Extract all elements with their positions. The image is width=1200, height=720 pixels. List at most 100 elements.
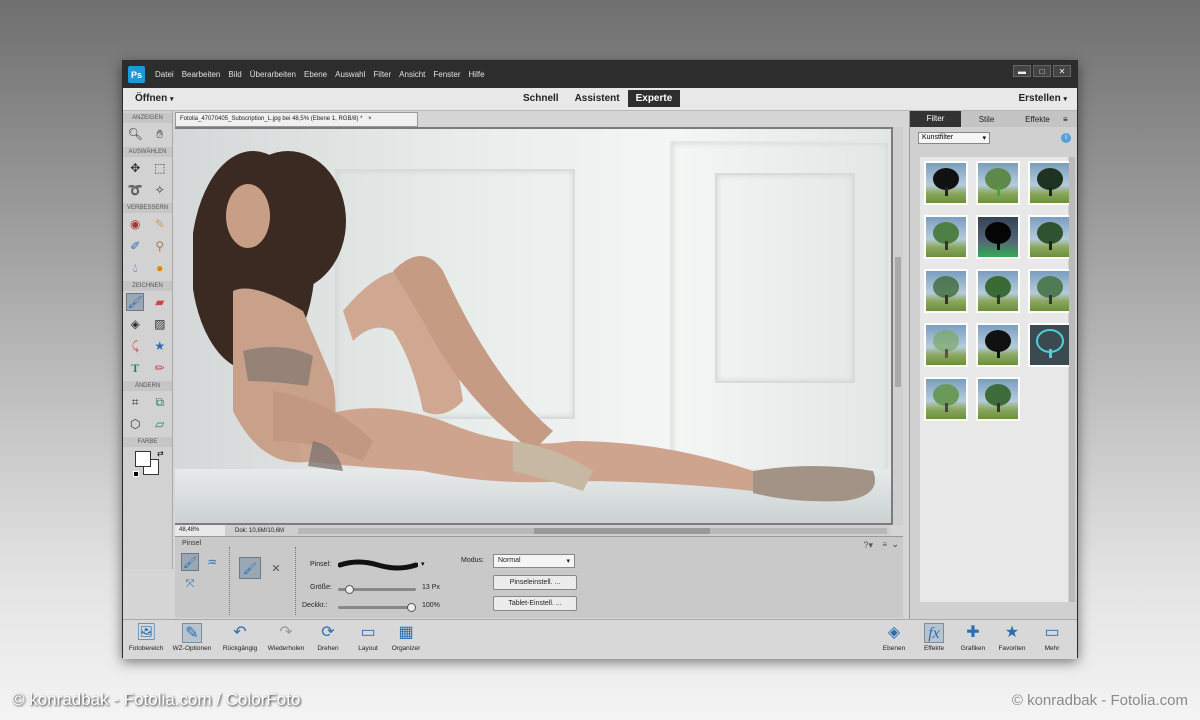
filter-thumbnail[interactable] [976, 323, 1020, 367]
brush-settings-button[interactable]: Pinseleinstell. ... [493, 575, 577, 590]
tablet-settings-button[interactable]: Tablet-Einstell. ... [493, 596, 577, 611]
mode-experte[interactable]: Experte [627, 90, 681, 107]
move-tool-icon[interactable]: ✥ [126, 159, 144, 177]
foreground-color-swatch[interactable] [135, 451, 151, 467]
panel-scrollbar[interactable] [1069, 157, 1075, 602]
magic-wand-icon[interactable]: ✧ [151, 181, 169, 199]
clone-stamp-icon[interactable]: ⚲ [151, 237, 169, 255]
photo-bin-button[interactable]: 🖼︎ Fotobereich [123, 622, 169, 652]
minimize-button[interactable]: ▬ [1013, 65, 1031, 77]
swap-colors-icon[interactable]: ⇄ [157, 449, 164, 458]
filter-thumbnail[interactable] [1028, 323, 1072, 367]
menu-bild[interactable]: Bild [224, 70, 245, 79]
brush-preview[interactable] [338, 559, 418, 571]
filter-thumbnail[interactable] [924, 323, 968, 367]
menu-bearbeiten[interactable]: Bearbeiten [178, 70, 225, 79]
menu-ueberarbeiten[interactable]: Überarbeiten [246, 70, 300, 79]
menu-filter[interactable]: Filter [369, 70, 395, 79]
horizontal-scrollbar[interactable] [298, 527, 887, 534]
maximize-button[interactable]: □ [1033, 65, 1051, 77]
filter-thumbnail[interactable] [1028, 215, 1072, 259]
filter-thumbnail[interactable] [924, 161, 968, 205]
hand-tool-icon[interactable]: ✋︎ [151, 125, 169, 143]
zoom-tool-icon[interactable]: 🔍︎ [126, 125, 144, 143]
red-eye-tool-icon[interactable]: ◉ [126, 215, 144, 233]
menu-datei[interactable]: Datei [151, 70, 178, 79]
collapse-icon[interactable]: ⌄ [891, 539, 899, 550]
brush-tool-icon[interactable]: 🖌︎ [126, 293, 145, 311]
panel-menu-icon[interactable]: ≡ [1063, 115, 1077, 124]
text-tool-icon[interactable]: T [126, 359, 144, 377]
filter-thumbnail[interactable] [976, 215, 1020, 259]
opacity-slider[interactable] [338, 603, 416, 612]
filter-thumbnail[interactable] [924, 269, 968, 313]
menu-ansicht[interactable]: Ansicht [395, 70, 429, 79]
vertical-scrollbar[interactable] [893, 127, 903, 525]
close-tab-icon[interactable]: × [368, 116, 372, 122]
menu-fenster[interactable]: Fenster [429, 70, 464, 79]
marquee-tool-icon[interactable]: ⬚ [151, 159, 169, 177]
info-icon[interactable]: i [1061, 133, 1071, 143]
more-button[interactable]: ▭ Mehr [1029, 622, 1075, 652]
redo-button[interactable]: ↷ Wiederholen [263, 622, 309, 652]
close-window-button[interactable]: ✕ [1053, 65, 1071, 77]
airbrush-icon[interactable]: ✕ [265, 557, 287, 579]
canvas-area[interactable] [175, 127, 903, 525]
help-icon[interactable]: ?▾ [863, 540, 873, 551]
undo-button[interactable]: ↶ Rückgängig [217, 622, 263, 652]
tool-options-button[interactable]: ✎ WZ-Optionen [169, 622, 215, 652]
tab-filter[interactable]: Filter [910, 111, 961, 127]
opacity-slider-knob[interactable] [407, 603, 416, 612]
paint-bucket-icon[interactable]: ◈ [126, 315, 144, 333]
content-aware-move-icon[interactable]: ⬡ [126, 415, 144, 433]
menu-hilfe[interactable]: Hilfe [465, 70, 489, 79]
zoom-level[interactable]: 48,48% [175, 525, 225, 536]
menu-ebene[interactable]: Ebene [300, 70, 331, 79]
blur-tool-icon[interactable]: 💧︎ [126, 259, 144, 277]
eraser-tool-icon[interactable]: ▰ [151, 293, 169, 311]
blend-mode-select[interactable]: Normal ▾ [493, 554, 575, 568]
gradient-tool-icon[interactable]: ▨ [151, 315, 169, 333]
organizer-button[interactable]: ▦ Organizer [383, 622, 429, 652]
color-replacement-icon[interactable]: ⤧ [181, 575, 199, 593]
filter-thumbnail[interactable] [1028, 269, 1072, 313]
filter-thumbnail[interactable] [976, 161, 1020, 205]
impressionist-brush-icon[interactable]: ♒︎ [203, 553, 221, 571]
size-slider-knob[interactable] [344, 585, 354, 594]
default-colors-icon[interactable] [133, 471, 139, 477]
filter-thumbnail[interactable] [924, 215, 968, 259]
photo-canvas[interactable] [175, 129, 891, 523]
filter-thumbnail[interactable] [1028, 161, 1072, 205]
pencil-tool-icon[interactable]: ✏ [151, 359, 169, 377]
document-size[interactable]: Dok: 10,6M/10,6M [225, 528, 294, 534]
smart-brush-icon[interactable]: ✐ [126, 237, 144, 255]
recompose-tool-icon[interactable]: ⧉ [151, 393, 169, 411]
filter-thumbnail[interactable] [924, 377, 968, 421]
healing-brush-icon[interactable]: ✎ [151, 215, 169, 233]
filter-category-select[interactable]: Kunstfilter ▾ [918, 132, 990, 144]
mode-schnell[interactable]: Schnell [515, 90, 567, 107]
sponge-tool-icon[interactable]: ● [151, 259, 169, 277]
straighten-tool-icon[interactable]: ⏥ [151, 415, 169, 433]
custom-shape-icon[interactable]: ★ [151, 337, 169, 355]
size-slider[interactable] [338, 585, 416, 594]
lasso-tool-icon[interactable]: ➰ [126, 181, 144, 199]
filter-thumbnail[interactable] [976, 377, 1020, 421]
vertical-scroll-thumb[interactable] [895, 257, 901, 387]
horizontal-scroll-thumb[interactable] [533, 527, 711, 534]
crop-tool-icon[interactable]: ⌗ [126, 393, 144, 411]
document-tab[interactable]: Fotolia_47070405_Subscription_L.jpg bei … [175, 112, 418, 127]
panel-menu-icon[interactable]: ≡ [882, 540, 887, 549]
mode-assistent[interactable]: Assistent [567, 90, 628, 107]
brush-picker-chevron-icon[interactable]: ▾ [421, 560, 425, 568]
filter-thumbnail[interactable] [976, 269, 1020, 313]
brush-icon[interactable]: 🖌︎ [181, 553, 199, 571]
open-button[interactable]: Öffnen ▾ [135, 93, 174, 104]
color-swatches[interactable]: ⇄ [123, 447, 172, 481]
tab-stile[interactable]: Stile [961, 115, 1012, 124]
create-button[interactable]: Erstellen ▾ [1018, 93, 1067, 104]
airbrush-off-icon[interactable]: 🖌︎ [239, 557, 261, 579]
tab-effekte[interactable]: Effekte [1012, 115, 1063, 124]
menu-auswahl[interactable]: Auswahl [331, 70, 369, 79]
eyedropper-icon[interactable]: ⤹ [126, 337, 144, 355]
